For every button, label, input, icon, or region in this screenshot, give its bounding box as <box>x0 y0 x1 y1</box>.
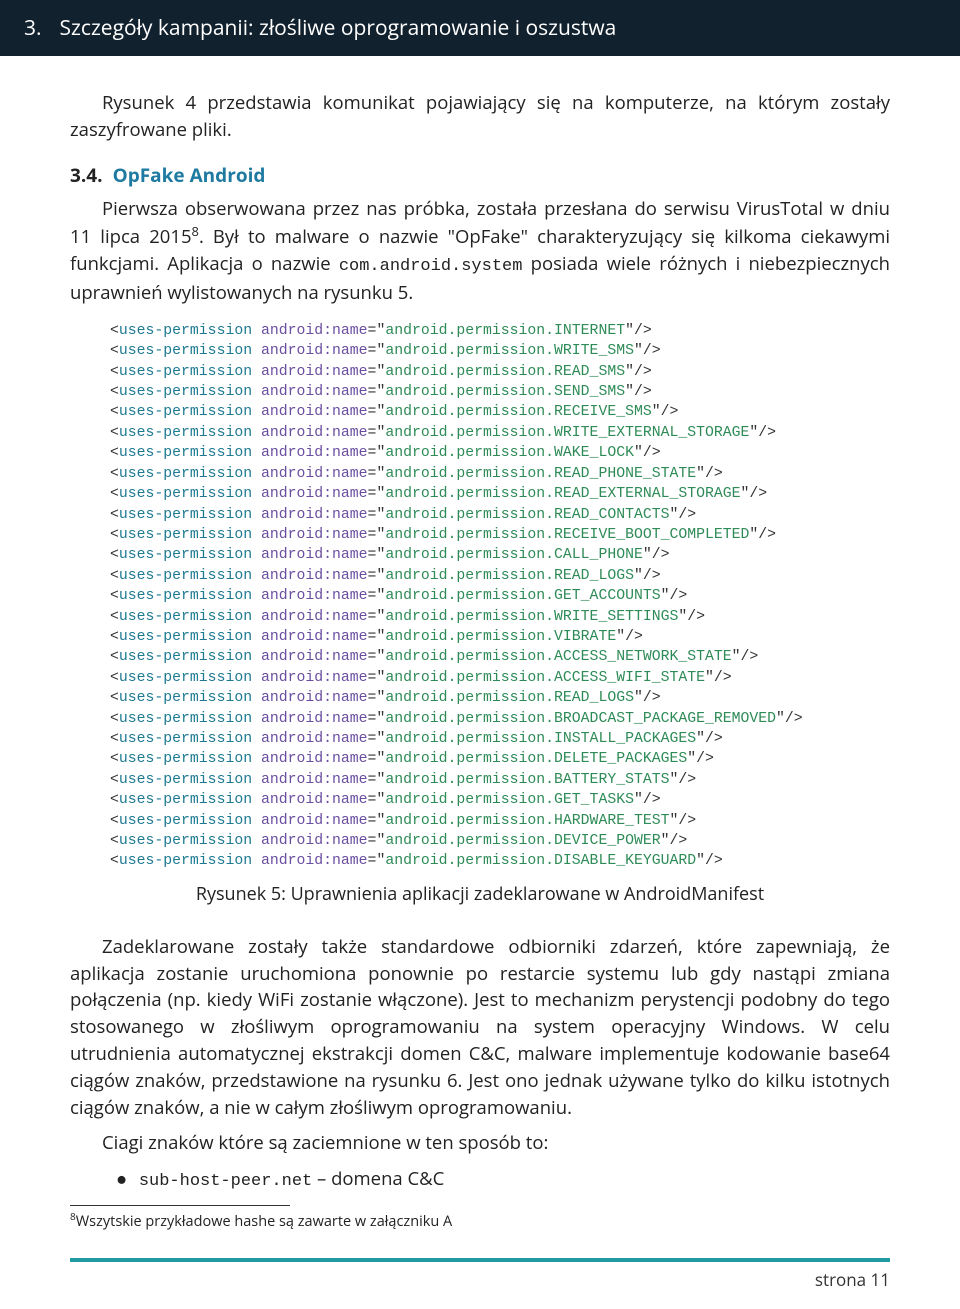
opfake-paragraph: Pierwsza obserwowana przez nas próbka, z… <box>70 196 890 307</box>
figure-caption: Rysunek 5: Uprawnienia aplikacji zadekla… <box>70 882 890 906</box>
app-package-name: com.android.system <box>339 257 523 276</box>
page-footer-rule <box>70 1258 890 1262</box>
section-header-number: 3. <box>24 14 42 42</box>
subsection-heading: 3.4. OpFake Android <box>70 162 890 188</box>
intro-paragraph: Rysunek 4 przedstawia komunikat pojawiaj… <box>70 90 890 144</box>
page-content: Rysunek 4 przedstawia komunikat pojawiaj… <box>0 56 960 1309</box>
subsection-number: 3.4. <box>70 162 103 188</box>
domain-code: sub-host-peer.net <box>139 1172 312 1191</box>
bullet-text: – domena C&C <box>312 1166 444 1191</box>
permissions-code-block: <uses-permission android:name="android.p… <box>110 321 890 872</box>
bullet-marker: ● <box>116 1166 134 1191</box>
persistence-paragraph: Zadeklarowane zostały także standardowe … <box>70 934 890 1122</box>
section-header-title: Szczegóły kampanii: złośliwe oprogramowa… <box>60 14 617 42</box>
strings-intro: Ciagi znaków które są zaciemnione w ten … <box>70 1130 890 1157</box>
section-header: 3. Szczegóły kampanii: złośliwe oprogramo… <box>0 0 960 56</box>
footnote: 8Wszytskie przykładowe hashe są zawarte … <box>70 1210 890 1232</box>
subsection-title: OpFake Android <box>113 162 266 188</box>
bullet-item: ● sub-host-peer.net – domena C&C <box>116 1166 890 1191</box>
footnote-text: Wszytskie przykładowe hashe są zawarte w… <box>76 1212 452 1231</box>
footnote-separator <box>70 1205 290 1206</box>
footnote-ref: 8 <box>192 222 199 240</box>
page-number: strona 11 <box>70 1268 890 1291</box>
